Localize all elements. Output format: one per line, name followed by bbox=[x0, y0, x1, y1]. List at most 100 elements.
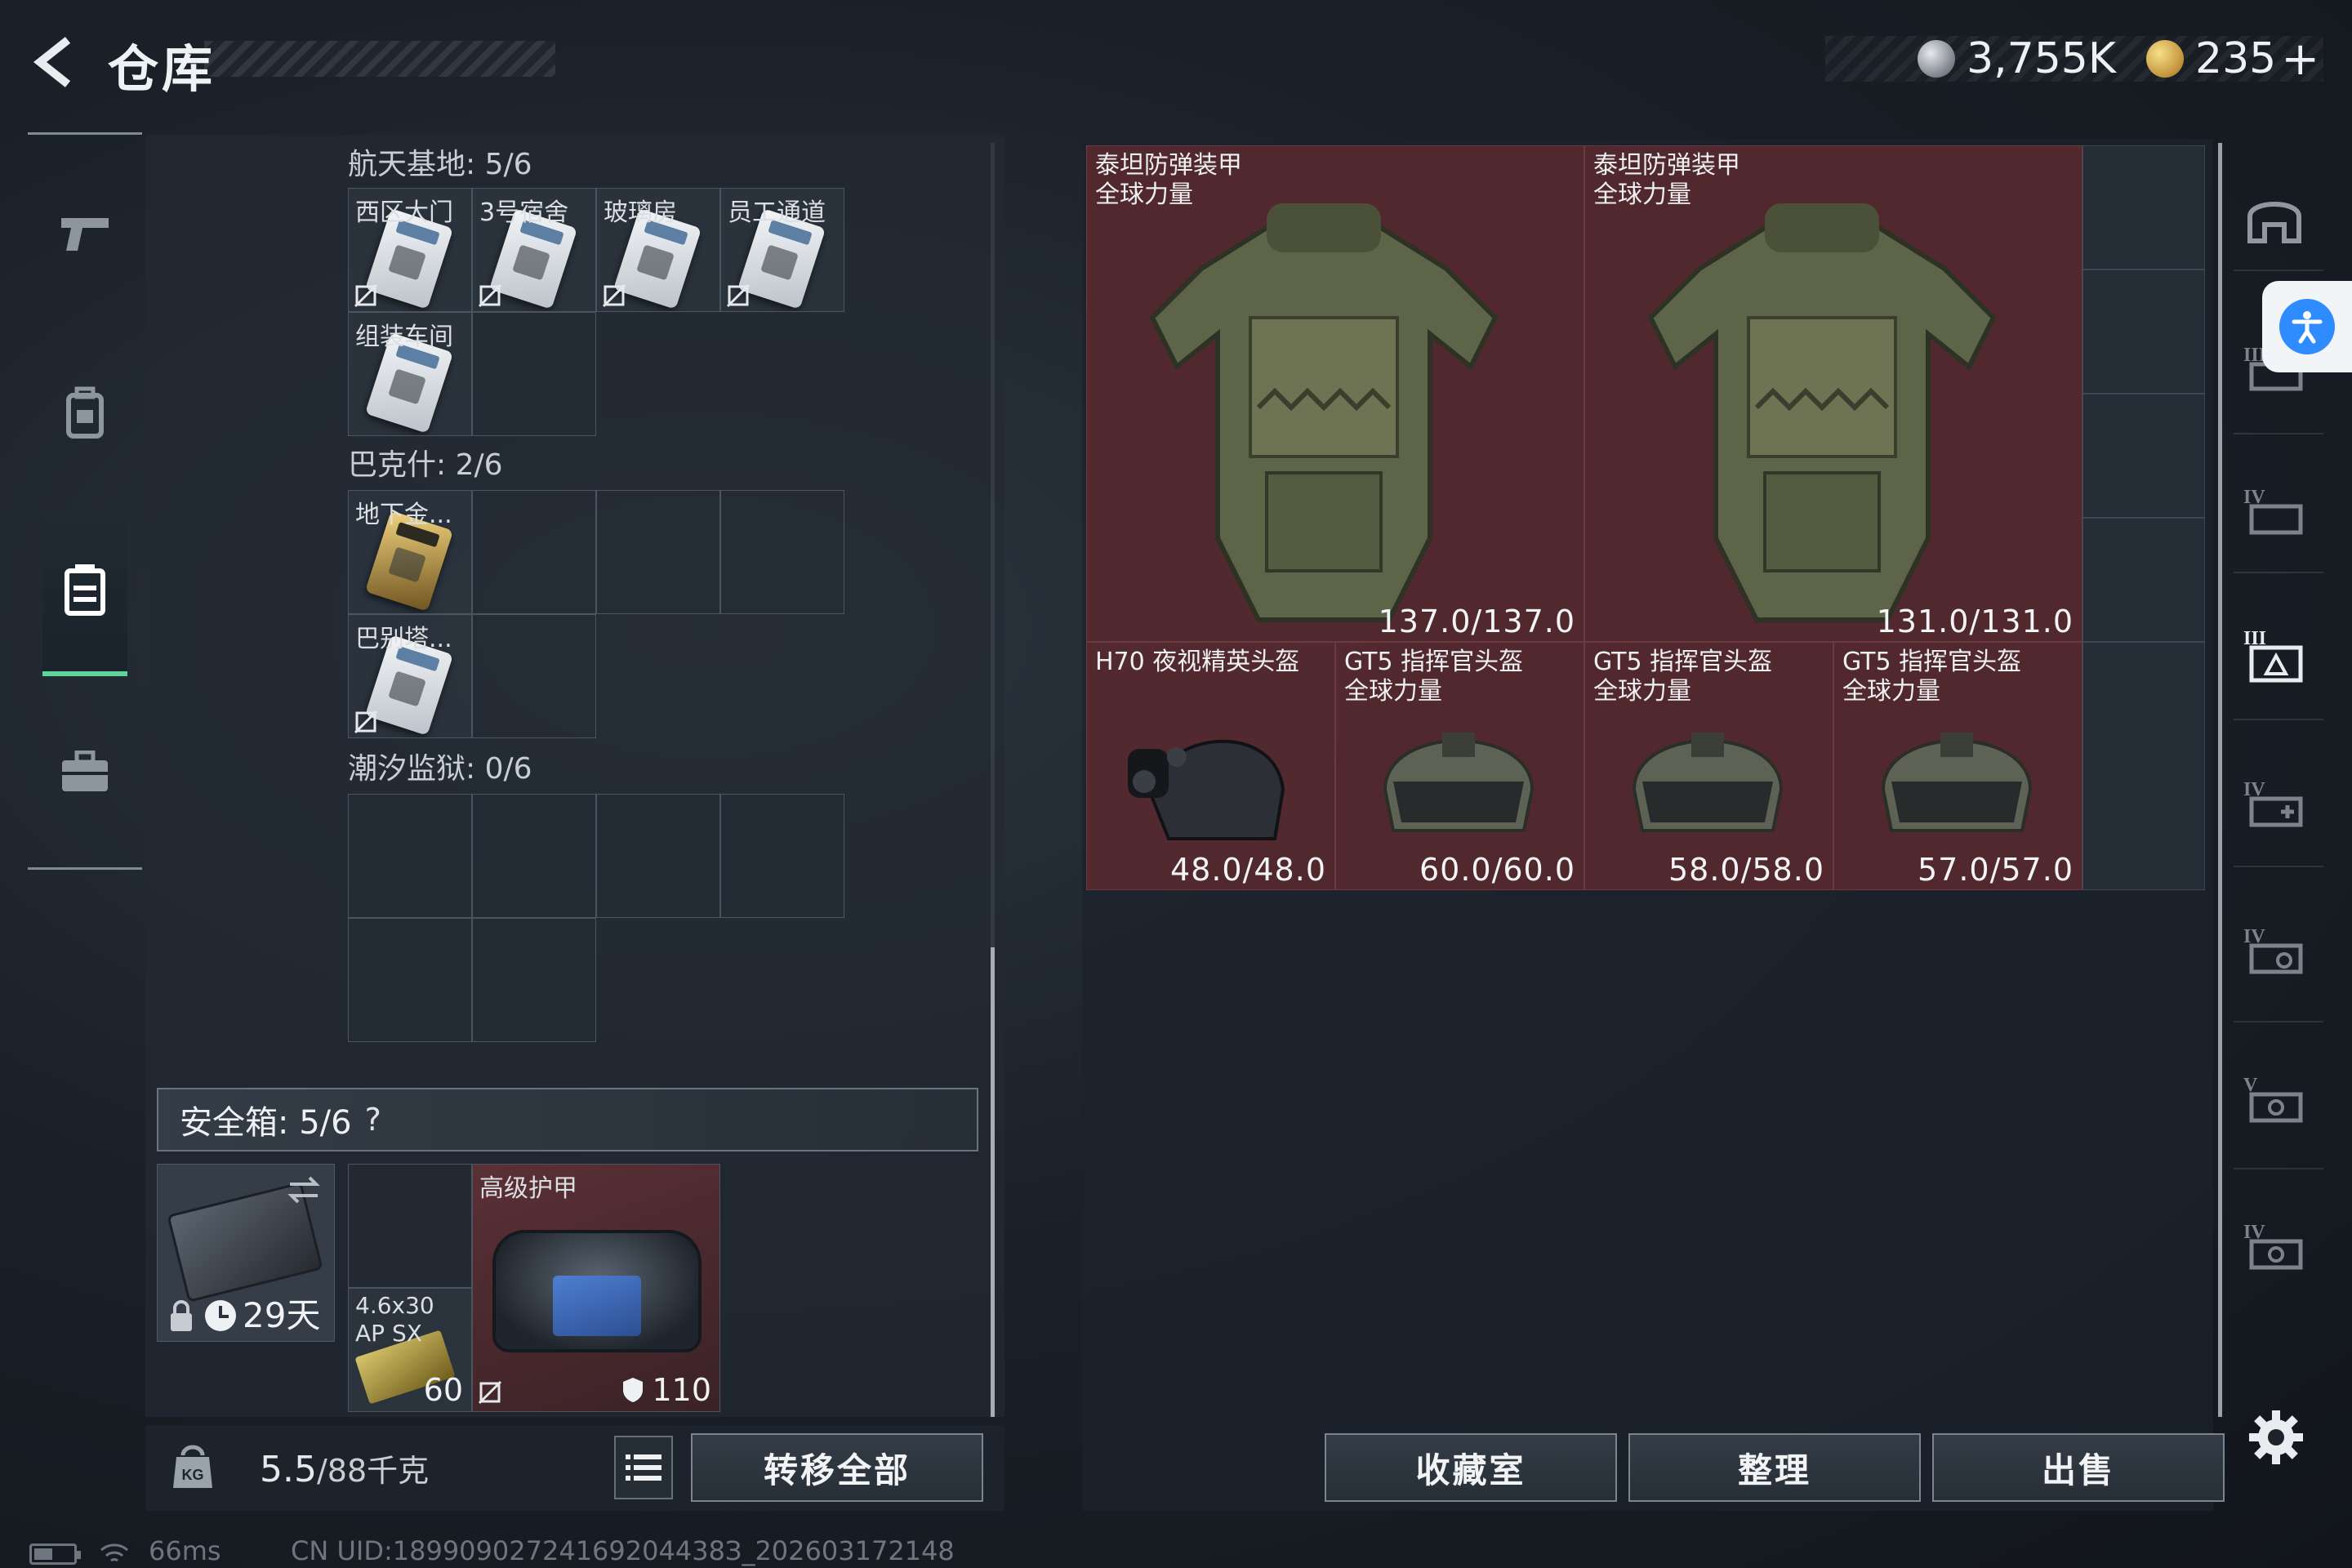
filter-tier-4-d[interactable]: IV bbox=[2238, 1200, 2311, 1290]
tier-filter-icon: IV bbox=[2243, 1222, 2303, 1270]
add-currency-icon[interactable]: + bbox=[2281, 33, 2319, 86]
item-title: GT5 指挥官头盔 bbox=[1593, 648, 1773, 676]
item-title: H70 夜视精英头盔 bbox=[1095, 648, 1300, 676]
no-drop-icon bbox=[726, 283, 751, 308]
section-label-tidal-prison: 潮汐监狱: 0/6 bbox=[348, 752, 532, 786]
battery-icon bbox=[29, 1544, 81, 1565]
weight-max: /88千克 bbox=[316, 1453, 430, 1489]
armor-item[interactable]: 泰坦防弹装甲 全球力量 131.0/131.0 bbox=[1584, 145, 2082, 642]
silver-amount: 3,755K bbox=[1967, 34, 2116, 83]
empty-slot[interactable] bbox=[596, 794, 720, 918]
empty-slot[interactable] bbox=[472, 490, 596, 614]
swap-icon[interactable] bbox=[283, 1169, 324, 1210]
keycard-item[interactable]: 3号宿舍 bbox=[472, 188, 596, 312]
tier-filter-icon: V bbox=[2243, 1075, 2303, 1123]
empty-slot[interactable] bbox=[720, 794, 844, 918]
tier-filter-icon: IV bbox=[2243, 487, 2303, 535]
help-icon[interactable]: ? bbox=[365, 1102, 381, 1138]
page-title: 仓库 bbox=[108, 39, 216, 99]
nav-tasks[interactable] bbox=[42, 710, 127, 833]
tier-filter-icon: III bbox=[2243, 628, 2303, 683]
ammo-item[interactable]: 4.6x30 AP SX 60 bbox=[348, 1288, 472, 1412]
empty-slot[interactable] bbox=[2082, 145, 2205, 270]
back-button[interactable] bbox=[24, 31, 90, 92]
weight-current: 5.5 bbox=[260, 1449, 317, 1490]
bag-label: 高级护甲 bbox=[479, 1174, 577, 1203]
armor-item[interactable]: 泰坦防弹装甲 全球力量 137.0/137.0 bbox=[1086, 145, 1584, 642]
filter-tier-4-a[interactable]: IV bbox=[2238, 466, 2311, 555]
nav-divider bbox=[2234, 719, 2323, 720]
storage-scroll-thumb[interactable] bbox=[991, 947, 995, 1417]
helmet-item[interactable]: GT5 指挥官头盔 全球力量 60.0/60.0 bbox=[1335, 642, 1584, 890]
section-label-aerospace: 航天基地: 5/6 bbox=[348, 148, 532, 181]
empty-slot[interactable] bbox=[2082, 270, 2205, 394]
title-decoration bbox=[204, 41, 555, 77]
briefcase-icon bbox=[62, 751, 108, 791]
armor-image bbox=[1149, 203, 1499, 622]
armor-bag-item[interactable]: 高级护甲 110 bbox=[472, 1164, 720, 1412]
nav-weapons[interactable] bbox=[42, 172, 127, 294]
accessibility-icon bbox=[2279, 299, 2335, 354]
empty-slot[interactable] bbox=[2082, 518, 2205, 642]
nav-divider bbox=[2234, 433, 2323, 434]
bag-window bbox=[553, 1276, 641, 1336]
filter-tier-4-b[interactable]: IV bbox=[2238, 758, 2311, 848]
empty-slot[interactable] bbox=[472, 918, 596, 1042]
empty-slot[interactable] bbox=[596, 490, 720, 614]
helmet-image bbox=[1881, 733, 2033, 832]
empty-slot[interactable] bbox=[472, 312, 596, 436]
nav-divider bbox=[2234, 1168, 2323, 1169]
keycard-item[interactable]: 玻璃房 bbox=[596, 188, 720, 312]
sell-button[interactable]: 出售 bbox=[1932, 1433, 2225, 1502]
backpack-icon bbox=[66, 386, 104, 439]
inventory-scrollbar[interactable] bbox=[2218, 143, 2222, 1417]
item-title: GT5 指挥官头盔 bbox=[1842, 648, 2022, 676]
settings-gear-icon[interactable] bbox=[2247, 1409, 2305, 1466]
keycard-item[interactable]: 地下金... bbox=[348, 490, 472, 614]
item-label: 组装车间 bbox=[355, 323, 453, 351]
item-name: 泰坦防弹装甲 全球力量 bbox=[1095, 151, 1242, 210]
keycard-item[interactable]: 组装车间 bbox=[348, 312, 472, 436]
empty-slot[interactable] bbox=[2082, 394, 2205, 518]
filter-all[interactable] bbox=[2238, 175, 2311, 265]
back-arrow-icon bbox=[33, 36, 71, 87]
section-label-bakhshi: 巴克什: 2/6 bbox=[348, 448, 503, 482]
helmet-item[interactable]: GT5 指挥官头盔 全球力量 57.0/57.0 bbox=[1833, 642, 2082, 890]
transfer-all-button[interactable]: 转移全部 bbox=[691, 1433, 983, 1502]
no-drop-icon bbox=[478, 283, 502, 308]
nav-storage[interactable] bbox=[42, 508, 127, 676]
accessibility-button[interactable] bbox=[2262, 281, 2352, 372]
keycard-item[interactable]: 西区大门 bbox=[348, 188, 472, 312]
filter-tier-4-c[interactable]: IV bbox=[2238, 905, 2311, 995]
section-grid-tidal-prison bbox=[348, 794, 844, 1042]
empty-slot[interactable] bbox=[2082, 642, 2205, 890]
helmet-item[interactable]: GT5 指挥官头盔 全球力量 58.0/58.0 bbox=[1584, 642, 1833, 890]
keycard-item[interactable]: 员工通道 bbox=[720, 188, 844, 312]
no-drop-icon bbox=[602, 283, 626, 308]
empty-slot[interactable] bbox=[348, 918, 472, 1042]
item-label: 员工通道 bbox=[728, 198, 826, 227]
item-durability: 137.0/137.0 bbox=[1378, 604, 1575, 639]
item-name: GT5 指挥官头盔 全球力量 bbox=[1593, 648, 1772, 706]
empty-slot[interactable] bbox=[720, 490, 844, 614]
list-view-button[interactable] bbox=[614, 1436, 673, 1499]
inventory-grid: 泰坦防弹装甲 全球力量 137.0/137.0 泰坦防弹装甲 全球力量 131.0/… bbox=[1086, 145, 2205, 890]
empty-slot[interactable] bbox=[472, 614, 596, 738]
gold-currency[interactable]: 235 + bbox=[2146, 33, 2319, 86]
empty-slot[interactable] bbox=[472, 794, 596, 918]
item-subtitle: 全球力量 bbox=[1344, 677, 1442, 706]
safebox-grid: 4.6x30 AP SX 60 高级护甲 110 bbox=[348, 1164, 720, 1412]
item-name: GT5 指挥官头盔 全球力量 bbox=[1842, 648, 2021, 706]
collection-room-button[interactable]: 收藏室 bbox=[1325, 1433, 1617, 1502]
item-label: 3号宿舍 bbox=[479, 198, 569, 227]
helmet-item[interactable]: H70 夜视精英头盔 48.0/48.0 bbox=[1086, 642, 1335, 890]
safebox-case[interactable]: 29天 bbox=[157, 1164, 335, 1342]
filter-tier-3-b[interactable]: III bbox=[2238, 611, 2311, 701]
keycard-item[interactable]: 巴别塔... bbox=[348, 614, 472, 738]
nav-equipment[interactable] bbox=[42, 351, 127, 474]
empty-slot[interactable] bbox=[348, 1164, 472, 1288]
empty-slot[interactable] bbox=[348, 794, 472, 918]
organize-button[interactable]: 整理 bbox=[1628, 1433, 1921, 1502]
filter-tier-5[interactable]: V bbox=[2238, 1054, 2311, 1143]
section-grid-bakhshi: 地下金... 巴别塔... bbox=[348, 490, 844, 738]
